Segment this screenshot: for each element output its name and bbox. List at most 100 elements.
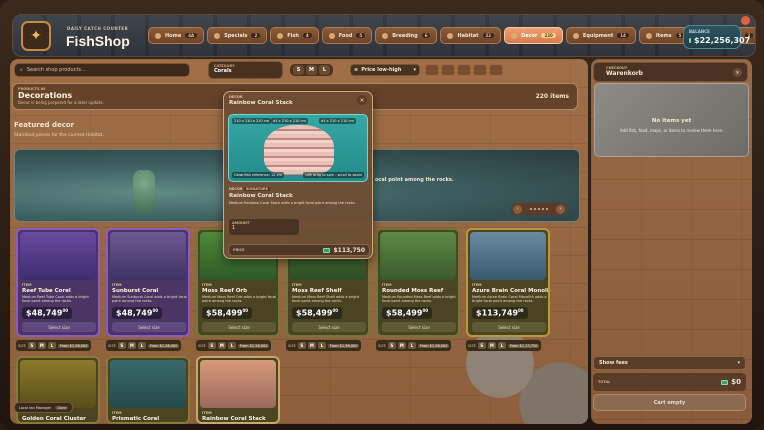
notification-toast: Local fan Manager Done	[14, 402, 74, 413]
size-m-button[interactable]: M	[307, 342, 316, 349]
fishshop-logo-icon[interactable]: ✦	[21, 21, 51, 51]
collapse-icon[interactable]: ×	[733, 68, 742, 77]
select-size-button[interactable]: Select size	[202, 322, 276, 332]
size-m-button[interactable]: M	[127, 342, 136, 349]
product-name: Moss Reef Orb	[202, 288, 248, 294]
product-card[interactable]: Golden Coral Cluster	[16, 356, 100, 424]
product-image	[20, 232, 96, 280]
popup-title: Rainbow Coral Stack	[229, 100, 293, 106]
product-card[interactable]: ITEM Rounded Moss Reef Medium Rounded Moss…	[376, 228, 460, 337]
size-selector: SIZE S M L From $1,56,000	[106, 340, 182, 351]
product-card[interactable]: ITEM Prismatic Coral	[106, 356, 190, 424]
close-window-button[interactable]	[741, 16, 750, 25]
size-m-button[interactable]: M	[397, 342, 406, 349]
category-select[interactable]: CATEGORY Corals	[208, 61, 283, 79]
product-price: $58,49900	[202, 307, 253, 319]
size-m-button[interactable]: M	[217, 342, 226, 349]
nav-tab-equipment[interactable]: Equipment 14	[565, 27, 636, 44]
nav-tab-decor[interactable]: Decor 220	[504, 27, 563, 44]
size-s-button[interactable]: S	[27, 342, 36, 349]
3d-preview[interactable]: 210 x 210 x 210 cm d4 x 210 x 210 cm d4 …	[228, 114, 368, 182]
product-image	[200, 360, 276, 408]
nav-icon	[214, 32, 221, 39]
nav-icon	[645, 32, 652, 39]
nav-tab-food[interactable]: Food 5	[321, 27, 373, 44]
total-row: TOTAL $0	[593, 373, 746, 391]
chevron-down-icon: ▾	[413, 67, 416, 73]
nav-tab-home[interactable]: Home 4A	[148, 27, 205, 44]
size-l-button[interactable]: L	[227, 342, 236, 349]
size-s-button[interactable]: S	[117, 342, 126, 349]
sort-select[interactable]: ≡ Price low-high ▾	[350, 64, 420, 76]
size-l-button[interactable]: L	[137, 342, 146, 349]
product-name: Rainbow Coral Stack	[202, 416, 266, 422]
amount-field[interactable]: AMOUNT 1	[229, 219, 299, 235]
product-price: $58,49900	[382, 307, 433, 319]
signature-badge: SIGNATURE	[243, 187, 271, 191]
product-price: $48,74900	[112, 307, 163, 319]
grid-view-icon[interactable]	[425, 64, 439, 76]
product-price: $48,74900	[22, 307, 73, 319]
nav-icon	[447, 32, 454, 39]
cart-list: No items yet Add fish, food, maps, or it…	[594, 83, 749, 157]
size-s-button[interactable]: S	[477, 342, 486, 349]
list-view-icon[interactable]	[441, 64, 455, 76]
cash-icon	[689, 38, 691, 43]
product-name: Sunburst Coral	[112, 288, 159, 294]
chevron-down-icon: ▾	[737, 360, 740, 366]
select-size-button[interactable]: Select size	[22, 322, 96, 332]
coral-image	[264, 125, 334, 175]
show-fees-toggle[interactable]: Show fees ▾	[593, 356, 746, 370]
select-size-button[interactable]: Select size	[472, 322, 546, 332]
product-card[interactable]: ITEM Rainbow Coral Stack	[196, 356, 280, 424]
size-selector: SIZE S M L From $1,56,000	[16, 340, 92, 351]
size-s-button[interactable]: S	[297, 342, 306, 349]
size-l-button[interactable]: L	[317, 342, 326, 349]
nav-tab-habitat[interactable]: Habitat 22	[440, 27, 502, 44]
close-icon[interactable]: ×	[357, 95, 367, 105]
product-image	[20, 360, 96, 408]
select-size-button[interactable]: Select size	[292, 322, 366, 332]
checkout-button[interactable]: Cart empty	[593, 394, 746, 411]
filter-icon[interactable]	[457, 64, 471, 76]
select-size-button[interactable]: Select size	[382, 322, 456, 332]
nav-tab-breeding[interactable]: Breeding 6	[375, 27, 438, 44]
size-m-button[interactable]: M	[306, 65, 317, 75]
size-l-button[interactable]: L	[407, 342, 416, 349]
next-arrow-icon[interactable]: ›	[556, 204, 565, 214]
featured-decor-image	[133, 170, 155, 214]
refresh-icon[interactable]	[489, 64, 503, 76]
search-input[interactable]: ⌕ Search shop products...	[14, 63, 190, 77]
select-size-button[interactable]: Select size	[112, 322, 186, 332]
item-count: 220 items	[535, 93, 569, 100]
size-s-button[interactable]: S	[293, 65, 304, 75]
size-selector: SIZE S M L From $1,56,000	[286, 340, 362, 351]
sort-icon: ≡	[354, 67, 359, 73]
product-price: $58,49900	[292, 307, 343, 319]
featured-subtitle: Standout pieces for the current Habitat.	[14, 133, 104, 138]
cash-icon	[323, 247, 331, 253]
balance-box: BALANCE $22,256,307	[683, 25, 750, 49]
size-m-button[interactable]: M	[37, 342, 46, 349]
size-s-button[interactable]: S	[207, 342, 216, 349]
product-card[interactable]: ITEM Sunburst Coral Medium Sunburst Coral …	[106, 228, 190, 337]
size-l-button[interactable]: L	[47, 342, 56, 349]
size-s-button[interactable]: S	[387, 342, 396, 349]
nav-tab-specials[interactable]: Specials 2	[207, 27, 268, 44]
product-card[interactable]: ITEM Reef Tube Coral Medium Reef Tube Cora…	[16, 228, 100, 337]
size-l-button[interactable]: L	[319, 65, 330, 75]
size-selector: SIZE S M L From $1,13,750	[466, 340, 542, 351]
nav-icon	[328, 32, 335, 39]
size-l-button[interactable]: L	[497, 342, 506, 349]
carousel-pager: ‹ ›	[511, 203, 567, 215]
checkout-panel: CHECKOUT Warenkorb × No items yet Add fi…	[591, 59, 752, 424]
done-button[interactable]: Done	[55, 405, 69, 410]
nav-tab-fish[interactable]: Fish 4	[270, 27, 319, 44]
product-image	[110, 360, 186, 408]
size-m-button[interactable]: M	[487, 342, 496, 349]
popup-price: PRICE $113,750	[228, 244, 370, 256]
favorite-icon[interactable]	[473, 64, 487, 76]
prev-arrow-icon[interactable]: ‹	[513, 204, 522, 214]
product-image	[110, 232, 186, 280]
product-card[interactable]: ITEM Azure Brain Coral Monolith Medium Azu…	[466, 228, 550, 337]
